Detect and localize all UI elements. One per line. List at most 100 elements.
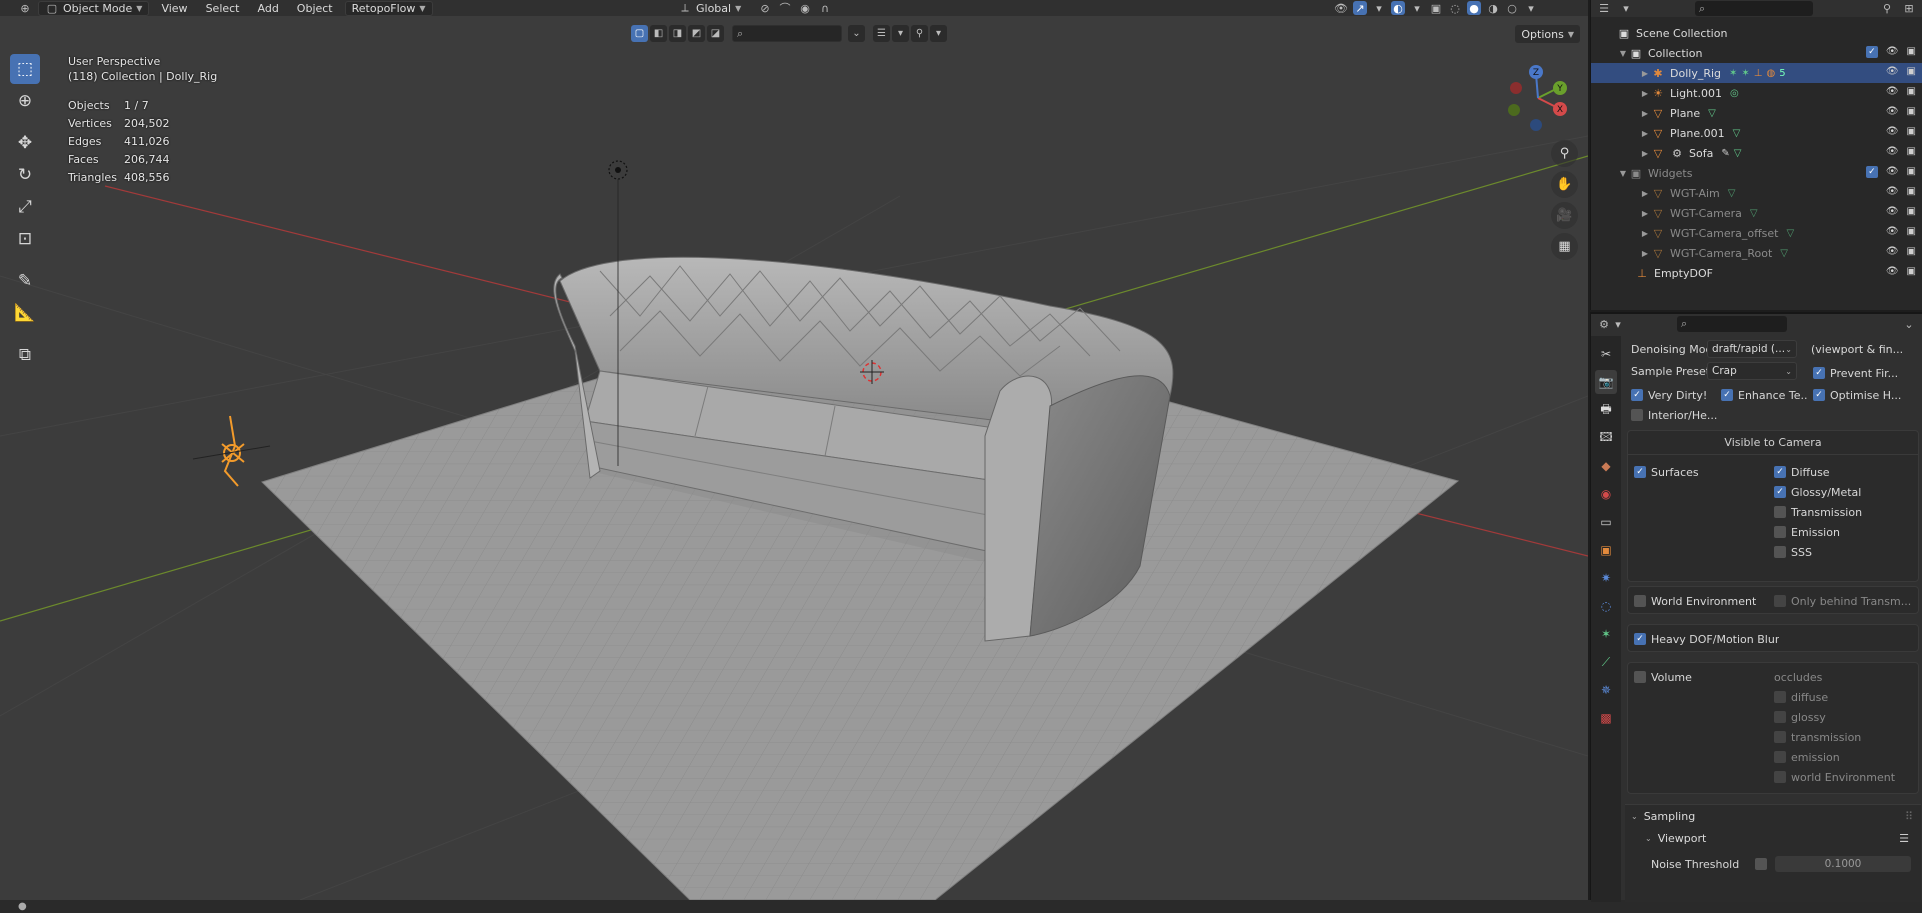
3d-viewport[interactable]: ▢ ◧ ◨ ◩ ◪ ⌕ ⌄ ☰ ▾ ⚲ ▾ Options ▼ ⬚ ⊕ ✥ ↻ … <box>0 16 1588 900</box>
snap-icon[interactable]: ⌒ <box>778 1 792 15</box>
outliner-item-plane[interactable]: ▶ ▽ Plane ▽ 👁 ▣ <box>1591 103 1922 123</box>
camera-view-icon[interactable]: 🎥 <box>1551 202 1578 229</box>
chevron-right-icon[interactable]: ▶ <box>1639 189 1651 198</box>
interior-checkbox[interactable]: Interior/He... <box>1631 406 1721 424</box>
camera-icon[interactable]: ▣ <box>1907 46 1916 58</box>
gizmo-neg-y[interactable] <box>1508 104 1520 116</box>
outliner-search-input[interactable]: ⌕ <box>1695 1 1813 16</box>
eye-icon[interactable]: 👁 <box>1886 246 1899 257</box>
physics-tab-icon[interactable]: ◌ <box>1595 594 1617 618</box>
chevron-right-icon[interactable]: ▶ <box>1639 229 1651 238</box>
chevron-right-icon[interactable]: ▶ <box>1639 69 1651 78</box>
view-layer-tab-icon[interactable]: 🖾 <box>1595 426 1617 450</box>
chevron-down-icon[interactable]: ⌄ <box>848 25 865 42</box>
move-tool-icon[interactable]: ✥ <box>10 128 40 158</box>
menu-retopoflow[interactable]: RetopoFlow ▼ <box>344 0 433 16</box>
camera-icon[interactable]: ▣ <box>1907 166 1916 178</box>
outliner-collection-widgets[interactable]: ▼ ▣ Widgets ✓ 👁 ▣ <box>1591 163 1922 183</box>
eye-icon[interactable]: 👁 <box>1886 146 1899 157</box>
volume-checkbox[interactable]: Volume <box>1634 668 1692 686</box>
proportional-edit-icon[interactable]: ◉ <box>798 1 812 15</box>
world-environment-checkbox[interactable]: World Environment <box>1634 592 1756 610</box>
gizmo-neg-z[interactable] <box>1530 119 1542 131</box>
editor-type-icon[interactable]: ☰ <box>1597 2 1611 16</box>
vol-diffuse-checkbox[interactable]: diffuse <box>1774 688 1828 706</box>
outliner-item-wgt-camera[interactable]: ▶ ▽ WGT-Camera ▽ 👁 ▣ <box>1591 203 1922 223</box>
vol-emission-checkbox[interactable]: emission <box>1774 748 1840 766</box>
eye-icon[interactable]: 👁 <box>1886 126 1899 137</box>
select-subtract-icon[interactable]: ◩ <box>688 25 705 42</box>
render-tab-icon[interactable]: 📷 <box>1595 370 1617 394</box>
vol-glossy-checkbox[interactable]: glossy <box>1774 708 1826 726</box>
editor-type-icon[interactable]: ⚙ <box>1597 317 1611 331</box>
editor-type-icon[interactable]: ⊕ <box>18 1 32 15</box>
chevron-down-icon[interactable]: ▾ <box>930 25 947 42</box>
modifier-tab-icon[interactable]: ✷ <box>1595 566 1617 590</box>
enhance-checkbox[interactable]: ✓ Enhance Te... <box>1721 386 1807 404</box>
optimise-checkbox[interactable]: ✓ Optimise H... <box>1813 386 1921 404</box>
eye-icon[interactable]: 👁 <box>1886 206 1899 217</box>
zoom-icon[interactable]: ⚲ <box>1551 140 1578 167</box>
filter-icon[interactable]: ⚲ <box>911 25 928 42</box>
eye-icon[interactable]: 👁 <box>1886 106 1899 117</box>
tool-tab-icon[interactable]: ✂ <box>1595 342 1617 366</box>
rendered-shading-icon[interactable]: ○ <box>1505 1 1519 15</box>
very-dirty-checkbox[interactable]: ✓ Very Dirty! <box>1631 386 1721 404</box>
menu-select[interactable]: Select <box>200 0 246 16</box>
output-tab-icon[interactable]: 🖶 <box>1595 398 1617 422</box>
display-mode-icon[interactable]: ▾ <box>1619 2 1633 16</box>
chevron-right-icon[interactable]: ▶ <box>1639 109 1651 118</box>
transmission-checkbox[interactable]: Transmission <box>1774 503 1862 521</box>
list-icon[interactable]: ☰ <box>1899 832 1909 845</box>
noise-threshold-field[interactable]: 0.1000 <box>1775 856 1911 872</box>
camera-icon[interactable]: ▣ <box>1907 146 1916 157</box>
object-constraint-tab-icon[interactable]: ✶ <box>1595 622 1617 646</box>
chevron-down-icon[interactable]: ▼ <box>1617 49 1629 58</box>
gizmo-toggle-icon[interactable]: ↗ <box>1353 1 1367 15</box>
transform-orientation-dropdown[interactable]: ⟂ Global ▼ <box>672 0 747 16</box>
viewport-subpanel-header[interactable]: ⌄ Viewport ☰ <box>1625 827 1921 849</box>
chevron-right-icon[interactable]: ▶ <box>1639 209 1651 218</box>
outliner-item-wgt-aim[interactable]: ▶ ▽ WGT-Aim ▽ 👁 ▣ <box>1591 183 1922 203</box>
transform-tool-icon[interactable]: ⊡ <box>10 224 40 254</box>
prevent-fireflies-checkbox[interactable]: ✓ Prevent Fir... <box>1813 364 1921 382</box>
sampling-panel-header[interactable]: ⌄ Sampling ⠿ <box>1625 805 1921 827</box>
xray-icon[interactable]: ▣ <box>1429 1 1443 15</box>
sample-presets-dropdown[interactable]: Crap ⌄ <box>1707 362 1797 380</box>
surfaces-checkbox[interactable]: ✓ Surfaces <box>1634 463 1699 481</box>
new-collection-icon[interactable]: ⊞ <box>1902 2 1916 16</box>
camera-icon[interactable]: ▣ <box>1907 66 1916 77</box>
chevron-down-icon[interactable]: ▾ <box>1611 317 1625 331</box>
glossy-checkbox[interactable]: ✓ Glossy/Metal <box>1774 483 1861 501</box>
scale-tool-icon[interactable]: ⤢ <box>10 192 40 222</box>
camera-icon[interactable]: ▣ <box>1907 246 1916 257</box>
visibility-icon[interactable]: 👁 <box>1334 1 1348 15</box>
overlay-toggle-icon[interactable]: ◐ <box>1391 1 1405 15</box>
camera-icon[interactable]: ▣ <box>1907 126 1916 137</box>
properties-search-input[interactable]: ⌕ <box>1677 316 1787 332</box>
only-behind-transmission-checkbox[interactable]: Only behind Transm... <box>1774 592 1918 610</box>
select-invert-icon[interactable]: ◪ <box>707 25 724 42</box>
gizmo-neg-x[interactable] <box>1510 82 1522 94</box>
select-intersect-icon[interactable]: ◧ <box>650 25 667 42</box>
drag-handle-icon[interactable]: ⠿ <box>1905 810 1913 823</box>
falloff-icon[interactable]: ∩ <box>818 1 832 15</box>
select-extend-icon[interactable]: ◨ <box>669 25 686 42</box>
outliner-item-wgt-camera-root[interactable]: ▶ ▽ WGT-Camera_Root ▽ 👁 ▣ <box>1591 243 1922 263</box>
emission-checkbox[interactable]: Emission <box>1774 523 1840 541</box>
chevron-down-icon[interactable]: ▾ <box>1524 1 1538 15</box>
camera-icon[interactable]: ▣ <box>1907 86 1916 97</box>
outliner-collection[interactable]: ▼ ▣ Collection ✓ 👁 ▣ <box>1591 43 1922 63</box>
diffuse-checkbox[interactable]: ✓ Diffuse <box>1774 463 1830 481</box>
world-tab-icon[interactable]: ◉ <box>1595 482 1617 506</box>
cursor-tool-icon[interactable]: ⊕ <box>10 86 40 116</box>
grid-view-icon[interactable]: ▦ <box>1551 233 1578 260</box>
chevron-down-icon[interactable]: ⌄ <box>1902 317 1916 331</box>
bone-constraint-tab-icon[interactable]: ✵ <box>1595 678 1617 702</box>
eye-icon[interactable]: 👁 <box>1886 226 1899 237</box>
add-cube-tool-icon[interactable]: ⧉ <box>10 340 40 370</box>
camera-icon[interactable]: ▣ <box>1907 266 1916 277</box>
material-shading-icon[interactable]: ◑ <box>1486 1 1500 15</box>
pivot-icon[interactable]: ⊘ <box>758 1 772 15</box>
pan-hand-icon[interactable]: ✋ <box>1551 171 1578 198</box>
